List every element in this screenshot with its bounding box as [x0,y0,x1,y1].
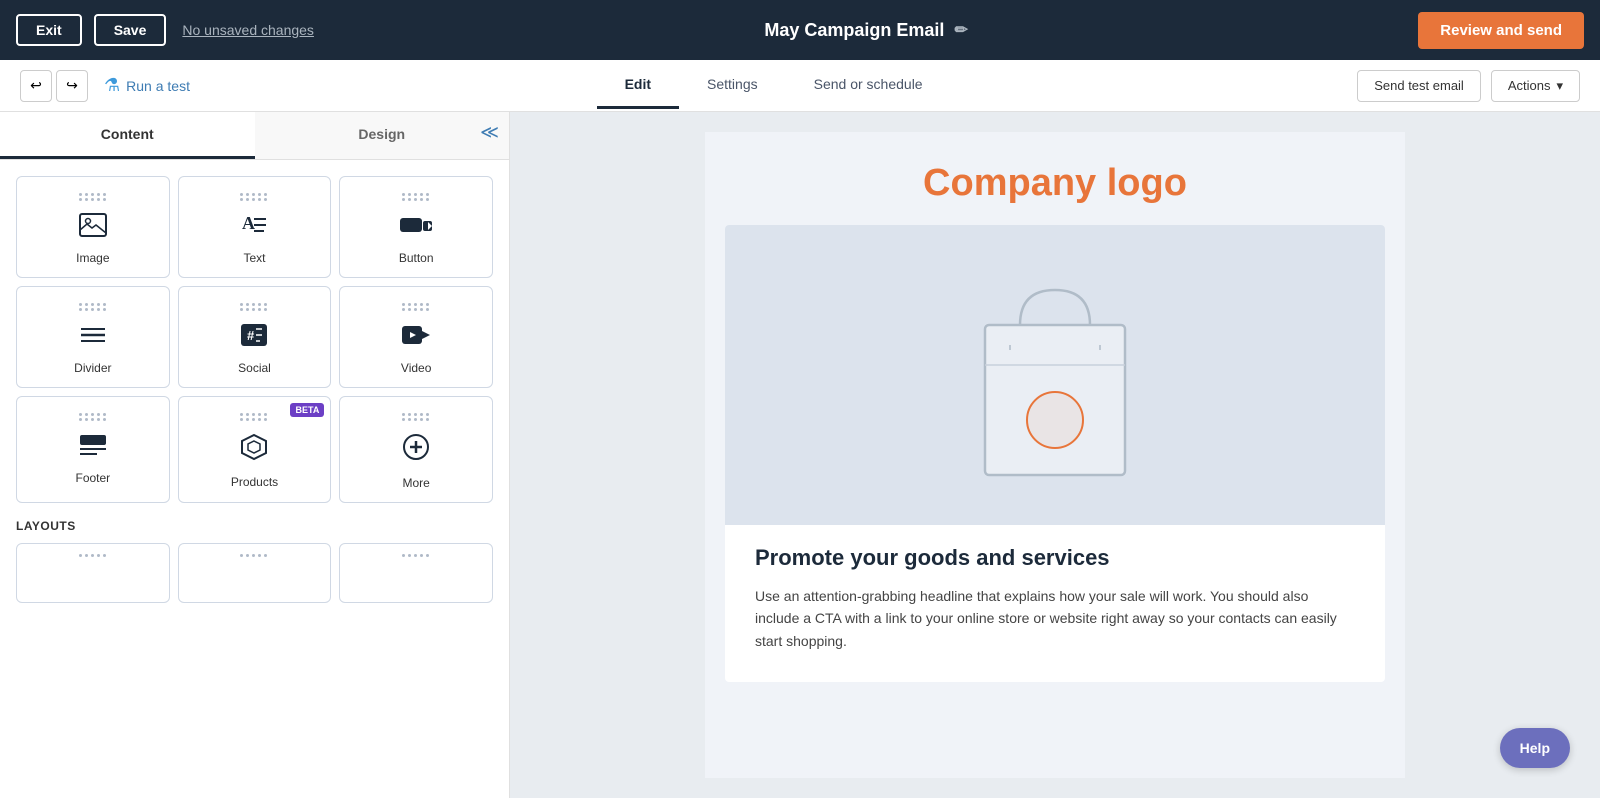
drag-handle-divider [79,303,107,311]
social-label: Social [238,361,271,375]
text-icon: A [240,213,268,243]
shopping-bag-illustration [955,265,1155,485]
save-button[interactable]: Save [94,14,167,46]
component-divider[interactable]: Divider [16,286,170,388]
drag-handle-text [240,193,268,201]
more-label: More [402,476,429,490]
drag-handle-products [240,413,268,421]
svg-text:A: A [242,213,255,233]
footer-label: Footer [75,471,110,485]
company-logo-section: Company logo [705,132,1405,225]
drag-handle-button [402,193,430,201]
email-title-text: May Campaign Email [764,20,944,41]
drag-handle-video [402,303,430,311]
email-title: May Campaign Email ✏ [326,20,1406,41]
email-preview: Company logo [510,112,1600,798]
actions-label: Actions [1508,78,1551,93]
run-test-button[interactable]: ⚗ Run a test [104,75,190,96]
component-image[interactable]: Image [16,176,170,278]
email-card-content: Promote your goods and services Use an a… [725,545,1385,652]
video-label: Video [401,361,431,375]
footer-icon [79,433,107,463]
drag-handle-layout3 [402,554,430,557]
undo-button[interactable]: ↩ [20,70,52,102]
review-send-button[interactable]: Review and send [1418,12,1584,49]
product-image-placeholder [725,225,1385,525]
actions-chevron-icon: ▾ [1556,78,1563,94]
more-icon [402,433,430,468]
main-tabs: Edit Settings Send or schedule [206,62,1341,109]
main-layout: ≪ Content Design Im [0,112,1600,798]
sub-bar-right: Send test email Actions ▾ [1357,70,1580,102]
sidebar-collapse-button[interactable]: ≪ [480,122,499,143]
component-more[interactable]: More [339,396,493,503]
layout-card-1[interactable] [16,543,170,603]
email-card: Promote your goods and services Use an a… [725,225,1385,682]
component-social[interactable]: # Social [178,286,332,388]
svg-text:#: # [247,328,255,343]
component-video[interactable]: Video [339,286,493,388]
unsaved-changes-link[interactable]: No unsaved changes [182,22,314,38]
divider-label: Divider [74,361,111,375]
products-label: Products [231,475,278,489]
run-test-label: Run a test [126,78,190,94]
button-icon [399,213,433,243]
tab-content[interactable]: Content [0,112,255,159]
divider-icon [79,323,107,353]
layouts-title: LAYOUTS [16,519,493,533]
component-text[interactable]: A Text [178,176,332,278]
exit-button[interactable]: Exit [16,14,82,46]
send-test-email-button[interactable]: Send test email [1357,70,1481,102]
drag-handle-image [79,193,107,201]
email-card-body: Use an attention-grabbing headline that … [755,585,1355,652]
undo-redo-group: ↩ ↪ [20,70,88,102]
drag-handle-more [402,413,430,421]
image-label: Image [76,251,109,265]
run-test-icon: ⚗ [104,75,120,96]
layouts-grid [16,543,493,603]
edit-title-icon[interactable]: ✏ [954,20,967,40]
top-bar: Exit Save No unsaved changes May Campaig… [0,0,1600,60]
email-container: Company logo [705,132,1405,778]
component-products[interactable]: BETA Products [178,396,332,503]
tab-settings[interactable]: Settings [679,62,786,109]
drag-handle-layout2 [240,554,268,557]
component-footer[interactable]: Footer [16,396,170,503]
email-card-title: Promote your goods and services [755,545,1355,571]
beta-badge: BETA [290,403,324,417]
button-label: Button [399,251,434,265]
drag-handle-footer [79,413,107,421]
drag-handle-layout1 [79,554,107,557]
help-button[interactable]: Help [1500,728,1570,768]
tab-design[interactable]: Design [255,112,510,159]
redo-button[interactable]: ↪ [56,70,88,102]
layout-card-2[interactable] [178,543,332,603]
social-icon: # [240,323,268,353]
layout-card-3[interactable] [339,543,493,603]
tab-send-or-schedule[interactable]: Send or schedule [786,62,951,109]
text-label: Text [243,251,265,265]
content-design-tabs: Content Design [0,112,509,160]
company-logo-text: Company logo [725,162,1385,205]
products-icon [240,433,268,467]
sidebar: ≪ Content Design Im [0,112,510,798]
drag-handle-social [240,303,268,311]
component-button[interactable]: Button [339,176,493,278]
layouts-section: LAYOUTS [0,519,509,619]
tab-edit[interactable]: Edit [597,62,679,109]
image-icon [79,213,107,243]
components-grid: Image A Text [0,160,509,519]
video-icon [401,323,431,353]
actions-button[interactable]: Actions ▾ [1491,70,1580,102]
sub-bar: ↩ ↪ ⚗ Run a test Edit Settings Send or s… [0,60,1600,112]
